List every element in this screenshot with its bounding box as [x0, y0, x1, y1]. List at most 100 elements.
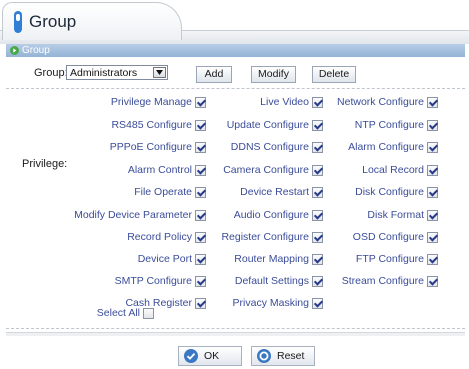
privilege-checkbox[interactable] — [427, 231, 438, 243]
privilege-item-label: RS485 Configure — [111, 119, 192, 131]
privilege-checkbox[interactable] — [195, 141, 206, 153]
privilege-item[interactable]: Modify Device Parameter — [74, 208, 206, 222]
privilege-item[interactable]: Network Configure — [337, 95, 438, 109]
reset-button[interactable]: Reset — [251, 346, 315, 366]
privilege-item-label: File Operate — [134, 186, 192, 198]
privilege-checkbox[interactable] — [312, 297, 323, 309]
privilege-item[interactable]: Local Record — [362, 163, 438, 177]
privilege-checkbox[interactable] — [427, 119, 438, 131]
chevron-down-icon[interactable] — [153, 67, 166, 78]
privilege-item[interactable]: PPPoE Configure — [110, 140, 206, 154]
privilege-item[interactable]: File Operate — [134, 185, 206, 199]
privilege-item-label: Disk Format — [367, 209, 424, 221]
privilege-checkbox[interactable] — [312, 275, 323, 287]
modify-button[interactable]: Modify — [251, 66, 296, 83]
privilege-item-label: DDNS Configure — [230, 141, 309, 153]
check-circle-icon — [184, 349, 198, 363]
privilege-checkbox[interactable] — [312, 164, 323, 176]
privilege-checkbox[interactable] — [427, 209, 438, 221]
privilege-checkbox[interactable] — [195, 96, 206, 108]
privilege-item[interactable]: Default Settings — [235, 274, 323, 288]
privilege-checkbox[interactable] — [427, 141, 438, 153]
privilege-item-label: Device Restart — [240, 186, 309, 198]
select-all[interactable]: Select All — [97, 306, 154, 320]
privilege-label: Privilege: — [22, 158, 68, 170]
privilege-checkbox[interactable] — [195, 297, 206, 309]
tab-strip: Group — [0, 0, 469, 44]
privilege-checkbox[interactable] — [312, 96, 323, 108]
privilege-checkbox[interactable] — [195, 164, 206, 176]
privilege-checkbox[interactable] — [427, 253, 438, 265]
group-select[interactable]: Administrators — [66, 65, 168, 80]
privilege-item[interactable]: Privilege Manage — [111, 95, 206, 109]
privilege-item-label: FTP Configure — [355, 253, 424, 265]
privilege-checkbox[interactable] — [195, 275, 206, 287]
privilege-item-label: Audio Configure — [233, 209, 309, 221]
privilege-item-label: Local Record — [362, 164, 424, 176]
privilege-checkbox[interactable] — [312, 186, 323, 198]
privilege-checkbox[interactable] — [195, 253, 206, 265]
privilege-item[interactable]: NTP Configure — [355, 118, 438, 132]
footer-separator — [6, 332, 465, 336]
ok-button[interactable]: OK — [178, 346, 242, 366]
privilege-checkbox[interactable] — [195, 186, 206, 198]
delete-button[interactable]: Delete — [312, 66, 356, 83]
privilege-item[interactable]: Alarm Configure — [348, 140, 438, 154]
privilege-item-label: PPPoE Configure — [109, 141, 192, 153]
privilege-item[interactable]: OSD Configure — [353, 230, 438, 244]
privilege-checkbox[interactable] — [427, 96, 438, 108]
tab-indicator-icon — [14, 11, 22, 33]
privilege-item[interactable]: Register Configure — [221, 230, 323, 244]
privilege-item[interactable]: DDNS Configure — [231, 140, 323, 154]
privilege-checkbox[interactable] — [312, 231, 323, 243]
privilege-item-label: Live Video — [260, 96, 309, 108]
tab-group[interactable]: Group — [2, 2, 182, 40]
privilege-item-label: SMTP Configure — [114, 275, 192, 287]
privilege-item-label: Disk Configure — [355, 186, 424, 198]
privilege-item[interactable]: Device Restart — [240, 185, 323, 199]
privilege-checkbox[interactable] — [312, 209, 323, 221]
privilege-item-label: Modify Device Parameter — [74, 209, 192, 221]
privilege-item[interactable]: Router Mapping — [234, 252, 323, 266]
privilege-checkbox[interactable] — [427, 164, 438, 176]
privilege-item-label: Update Configure — [226, 119, 309, 131]
privilege-checkbox[interactable] — [312, 119, 323, 131]
reset-icon — [257, 349, 271, 363]
privilege-item[interactable]: Live Video — [260, 95, 323, 109]
privilege-checkbox[interactable] — [195, 119, 206, 131]
privilege-item[interactable]: FTP Configure — [356, 252, 438, 266]
select-all-checkbox[interactable] — [143, 307, 154, 319]
privilege-item-label: Network Configure — [337, 96, 424, 108]
privilege-item-label: Camera Configure — [223, 164, 309, 176]
section-header: Group — [6, 44, 465, 57]
privilege-item-label: Alarm Configure — [348, 141, 424, 153]
privilege-item[interactable]: Disk Format — [367, 208, 438, 222]
tab-title: Group — [29, 12, 77, 31]
privilege-item[interactable]: SMTP Configure — [115, 274, 206, 288]
privilege-item[interactable]: Audio Configure — [234, 208, 323, 222]
privilege-item-label: Privilege Manage — [110, 96, 192, 108]
section-title: Group — [22, 45, 50, 56]
privilege-checkbox[interactable] — [312, 253, 323, 265]
select-all-label: Select All — [96, 307, 140, 319]
privilege-item-label: Default Settings — [234, 275, 309, 287]
privilege-item[interactable]: Alarm Control — [128, 163, 206, 177]
privilege-checkbox[interactable] — [427, 275, 438, 287]
privilege-item[interactable]: Camera Configure — [223, 163, 323, 177]
privilege-item[interactable]: Disk Configure — [355, 185, 438, 199]
reset-label: Reset — [277, 350, 305, 362]
privilege-item[interactable]: Record Policy — [127, 230, 206, 244]
privilege-item[interactable]: Update Configure — [227, 118, 323, 132]
privilege-item[interactable]: RS485 Configure — [111, 118, 206, 132]
privilege-item-label: Stream Configure — [341, 275, 424, 287]
privilege-checkbox[interactable] — [195, 231, 206, 243]
add-button[interactable]: Add — [196, 66, 232, 83]
privilege-item[interactable]: Device Port — [138, 252, 206, 266]
group-label: Group: — [34, 67, 68, 79]
privilege-item[interactable]: Stream Configure — [342, 274, 438, 288]
privilege-checkbox[interactable] — [427, 186, 438, 198]
privilege-checkbox[interactable] — [195, 209, 206, 221]
privilege-checkbox[interactable] — [312, 141, 323, 153]
privilege-item[interactable]: Privacy Masking — [233, 296, 323, 310]
privilege-item-label: OSD Configure — [352, 231, 424, 243]
